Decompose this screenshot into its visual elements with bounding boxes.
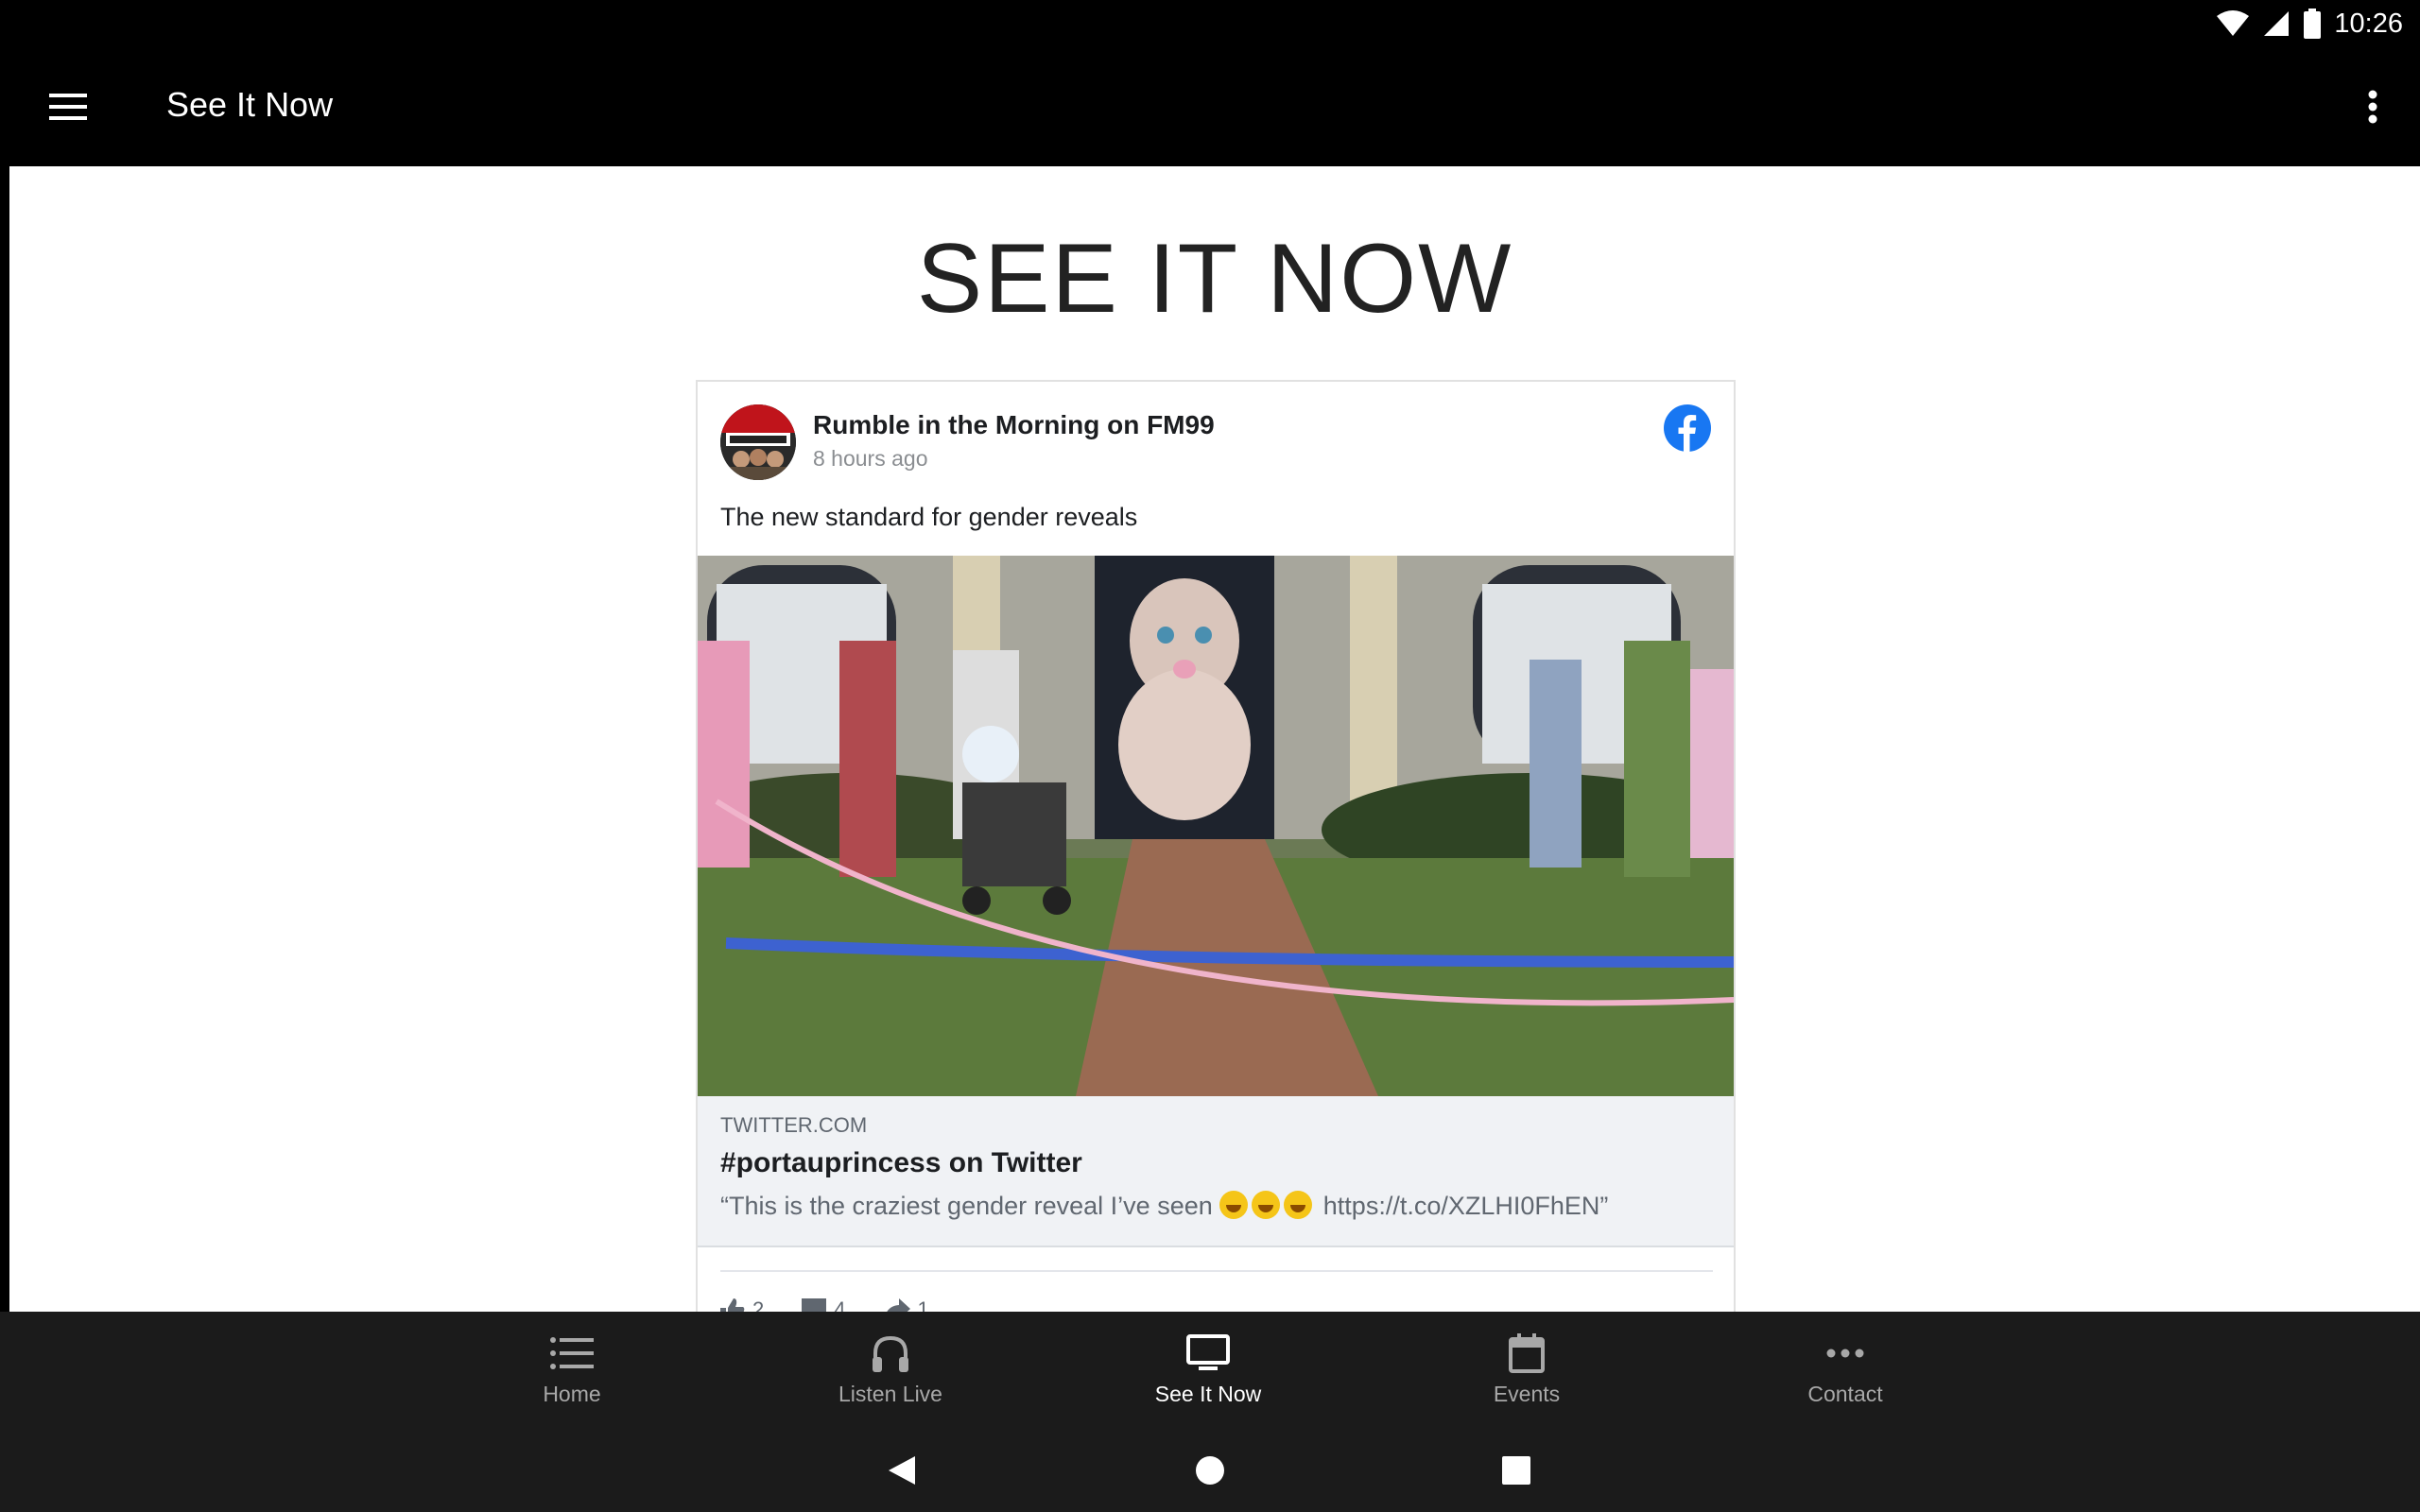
laughing-emoji-icon (1252, 1191, 1281, 1219)
back-button[interactable] (873, 1444, 930, 1497)
like-count-value: 2 (752, 1297, 765, 1312)
nav-listen-live-label: Listen Live (838, 1382, 942, 1406)
recents-button[interactable] (1488, 1444, 1545, 1497)
share-count[interactable]: 1 (884, 1291, 929, 1312)
post-author[interactable]: Rumble in the Morning on FM99 (813, 410, 1215, 440)
overflow-menu-button[interactable] (2354, 81, 2392, 132)
wifi-icon (2217, 10, 2250, 36)
post-header: Rumble in the Morning on FM99 8 hours ag… (720, 404, 1713, 480)
thumbs-up-icon (720, 1298, 745, 1312)
app-bar: See It Now (0, 47, 2420, 166)
app-title: See It Now (166, 85, 334, 124)
divider (720, 1270, 1713, 1272)
nav-home[interactable]: Home (458, 1312, 685, 1423)
laughing-emoji-icon (1284, 1191, 1313, 1219)
post-timestamp[interactable]: 8 hours ago (813, 446, 927, 472)
laughing-emoji-icon (1219, 1191, 1249, 1219)
nav-contact[interactable]: Contact (1732, 1312, 1959, 1423)
link-description-text: “This is the craziest gender reveal I’ve… (720, 1192, 1213, 1220)
home-circle-icon (1196, 1456, 1224, 1485)
battery-icon (2304, 9, 2322, 39)
calendar-icon (1504, 1332, 1549, 1374)
avatar[interactable] (720, 404, 796, 480)
link-description: “This is the craziest gender reveal I’ve… (720, 1191, 1608, 1221)
more-horiz-icon (1823, 1332, 1868, 1374)
menu-button[interactable] (36, 83, 100, 130)
list-icon (549, 1332, 595, 1374)
share-icon (886, 1298, 910, 1312)
recents-square-icon (1502, 1456, 1530, 1485)
bottom-navigation: Home Listen Live See It Now Events Conta… (0, 1312, 2420, 1423)
reactions-bar: 2 4 1 (720, 1291, 929, 1312)
comment-count[interactable]: 4 (802, 1291, 846, 1312)
facebook-icon[interactable] (1664, 404, 1711, 452)
content-area[interactable]: SEE IT NOW Rumble in the Morning on FM99… (9, 166, 2420, 1312)
nav-listen-live[interactable]: Listen Live (777, 1312, 1004, 1423)
share-count-value: 1 (917, 1297, 929, 1312)
link-title[interactable]: #portauprincess on Twitter (720, 1147, 1082, 1179)
facebook-post-card[interactable]: Rumble in the Morning on FM99 8 hours ag… (696, 380, 1736, 1312)
page-heading: SEE IT NOW (916, 224, 1513, 334)
headphones-icon (868, 1332, 913, 1374)
back-triangle-icon (889, 1456, 915, 1485)
comment-icon (802, 1298, 827, 1312)
cellular-signal-icon (2264, 11, 2290, 36)
home-button[interactable] (1182, 1444, 1238, 1497)
nav-see-it-now[interactable]: See It Now (1095, 1312, 1322, 1423)
more-vert-icon (2368, 90, 2377, 124)
nav-contact-label: Contact (1807, 1382, 1883, 1406)
nav-events-label: Events (1493, 1382, 1561, 1406)
post-image[interactable] (698, 556, 1734, 1096)
nav-home-label: Home (543, 1382, 601, 1406)
status-bar: 10:26 (0, 0, 2420, 47)
nav-see-it-now-label: See It Now (1154, 1382, 1262, 1406)
comment-count-value: 4 (834, 1297, 846, 1312)
link-preview[interactable]: TWITTER.COM #portauprincess on Twitter “… (698, 1096, 1734, 1247)
post-text: The new standard for gender reveals (720, 503, 1138, 531)
nav-events[interactable]: Events (1413, 1312, 1640, 1423)
link-url[interactable]: https://t.co/XZLHI0FhEN” (1323, 1192, 1609, 1220)
link-domain: TWITTER.COM (720, 1113, 868, 1137)
hamburger-menu-icon (49, 94, 87, 120)
status-icons: 10:26 (2217, 8, 2403, 40)
status-time: 10:26 (2334, 8, 2403, 39)
system-navigation-bar (0, 1423, 2420, 1512)
tv-icon (1185, 1332, 1231, 1374)
like-count[interactable]: 2 (720, 1291, 764, 1312)
